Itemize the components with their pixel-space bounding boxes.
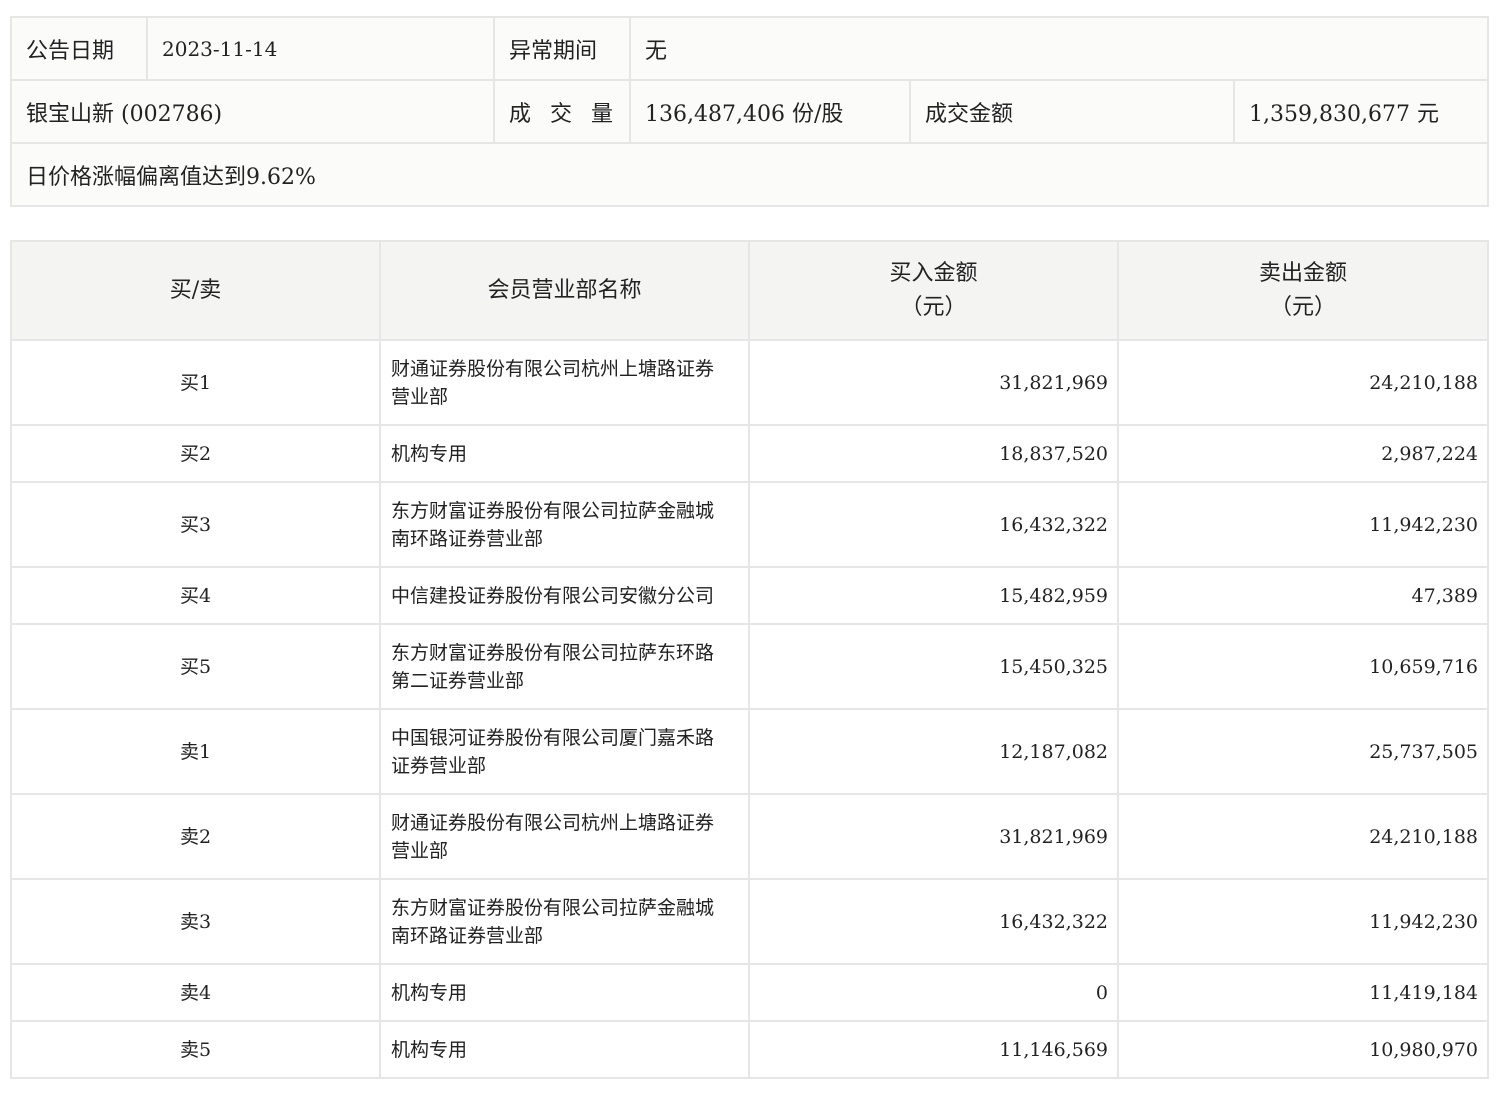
amount-label: 成交金额 (909, 79, 1235, 144)
table-row: 卖2 财通证券股份有限公司杭州上塘路证券营业部 31,821,969 24,21… (10, 793, 1489, 880)
row-sell-amount: 11,942,230 (1117, 878, 1489, 965)
row-type: 卖4 (10, 963, 381, 1022)
row-sell-amount: 47,389 (1117, 566, 1489, 625)
row-sell-amount: 11,419,184 (1117, 963, 1489, 1022)
row-buy-amount: 31,821,969 (748, 793, 1119, 880)
period-label: 异常期间 (493, 16, 631, 81)
volume-label: 成 交 量 (493, 79, 631, 144)
row-buy-amount: 18,837,520 (748, 424, 1119, 483)
row-seat-name: 中信建投证券股份有限公司安徽分公司 (379, 566, 750, 625)
row-seat-name: 机构专用 (379, 963, 750, 1022)
header-name: 会员营业部名称 (379, 240, 750, 341)
row-buy-amount: 15,450,325 (748, 623, 1119, 710)
row-seat-name: 机构专用 (379, 424, 750, 483)
row-buy-amount: 31,821,969 (748, 339, 1119, 426)
trading-seats-table: 买/卖 会员营业部名称 买入金额 （元） 卖出金额 （元） 买1 财通证券股份有… (10, 240, 1489, 1079)
header-buy-unit: （元） (900, 294, 967, 320)
row-type: 卖5 (10, 1020, 381, 1079)
row-seat-name: 中国银河证券股份有限公司厦门嘉禾路证券营业部 (379, 708, 750, 795)
row-seat-name: 东方财富证券股份有限公司拉萨金融城南环路证券营业部 (379, 878, 750, 965)
date-value: 2023-11-14 (146, 16, 495, 81)
row-type: 买1 (10, 339, 381, 426)
row-sell-amount: 24,210,188 (1117, 339, 1489, 426)
header-sell-title: 卖出金额 (1258, 260, 1347, 286)
row-sell-amount: 10,980,970 (1117, 1020, 1489, 1079)
row-sell-amount: 25,737,505 (1117, 708, 1489, 795)
table-row: 买1 财通证券股份有限公司杭州上塘路证券营业部 31,821,969 24,21… (10, 339, 1489, 426)
row-type: 卖1 (10, 708, 381, 795)
row-buy-amount: 16,432,322 (748, 878, 1119, 965)
row-sell-amount: 11,942,230 (1117, 481, 1489, 568)
row-sell-amount: 10,659,716 (1117, 623, 1489, 710)
volume-value: 136,487,406 份/股 (629, 79, 911, 144)
table-row: 买4 中信建投证券股份有限公司安徽分公司 15,482,959 47,389 (10, 566, 1489, 625)
period-value: 无 (628, 16, 1490, 81)
row-seat-name: 东方财富证券股份有限公司拉萨金融城南环路证券营业部 (379, 481, 750, 568)
row-buy-amount: 0 (748, 963, 1119, 1022)
table-row: 买5 东方财富证券股份有限公司拉萨东环路第二证券营业部 15,450,325 1… (10, 623, 1489, 710)
table-row: 卖4 机构专用 0 11,419,184 (10, 963, 1489, 1022)
row-type: 卖2 (10, 793, 381, 880)
row-seat-name: 财通证券股份有限公司杭州上塘路证券营业部 (379, 793, 750, 880)
row-type: 买3 (10, 481, 381, 568)
info-row-stock: 银宝山新 (002786) 成 交 量 136,487,406 份/股 成交金额… (10, 79, 1490, 144)
table-row: 卖5 机构专用 11,146,569 10,980,970 (10, 1020, 1489, 1079)
header-buy: 买入金额 （元） (748, 240, 1119, 341)
info-row-note: 日价格涨幅偏离值达到9.62% (9, 142, 1490, 207)
table-header-row: 买/卖 会员营业部名称 买入金额 （元） 卖出金额 （元） (10, 240, 1489, 341)
row-buy-amount: 15,482,959 (748, 566, 1119, 625)
table-row: 买2 机构专用 18,837,520 2,987,224 (10, 424, 1489, 483)
row-sell-amount: 24,210,188 (1117, 793, 1489, 880)
row-seat-name: 财通证券股份有限公司杭州上塘路证券营业部 (379, 339, 750, 426)
amount-value: 1,359,830,677 元 (1232, 79, 1490, 144)
table-row: 卖3 东方财富证券股份有限公司拉萨金融城南环路证券营业部 16,432,322 … (10, 878, 1489, 965)
row-buy-amount: 12,187,082 (748, 708, 1119, 795)
table-row: 卖1 中国银河证券股份有限公司厦门嘉禾路证券营业部 12,187,082 25,… (10, 708, 1489, 795)
deviation-note: 日价格涨幅偏离值达到9.62% (9, 142, 1490, 207)
row-type: 买5 (10, 623, 381, 710)
header-type: 买/卖 (10, 240, 381, 341)
header-sell-unit: （元） (1269, 294, 1336, 320)
header-sell: 卖出金额 （元） (1117, 240, 1489, 341)
row-type: 买2 (10, 424, 381, 483)
stock-name: 银宝山新 (002786) (10, 79, 495, 144)
info-row-date: 公告日期 2023-11-14 异常期间 无 (10, 16, 1490, 81)
row-buy-amount: 16,432,322 (748, 481, 1119, 568)
table-row: 买3 东方财富证券股份有限公司拉萨金融城南环路证券营业部 16,432,322 … (10, 481, 1489, 568)
row-buy-amount: 11,146,569 (748, 1020, 1119, 1079)
row-seat-name: 机构专用 (379, 1020, 750, 1079)
row-type: 买4 (10, 566, 381, 625)
header-buy-title: 买入金额 (889, 260, 978, 286)
row-seat-name: 东方财富证券股份有限公司拉萨东环路第二证券营业部 (379, 623, 750, 710)
date-label: 公告日期 (10, 16, 148, 81)
row-sell-amount: 2,987,224 (1117, 424, 1489, 483)
stock-info-table: 公告日期 2023-11-14 异常期间 无 银宝山新 (002786) 成 交… (9, 16, 1490, 207)
row-type: 卖3 (10, 878, 381, 965)
